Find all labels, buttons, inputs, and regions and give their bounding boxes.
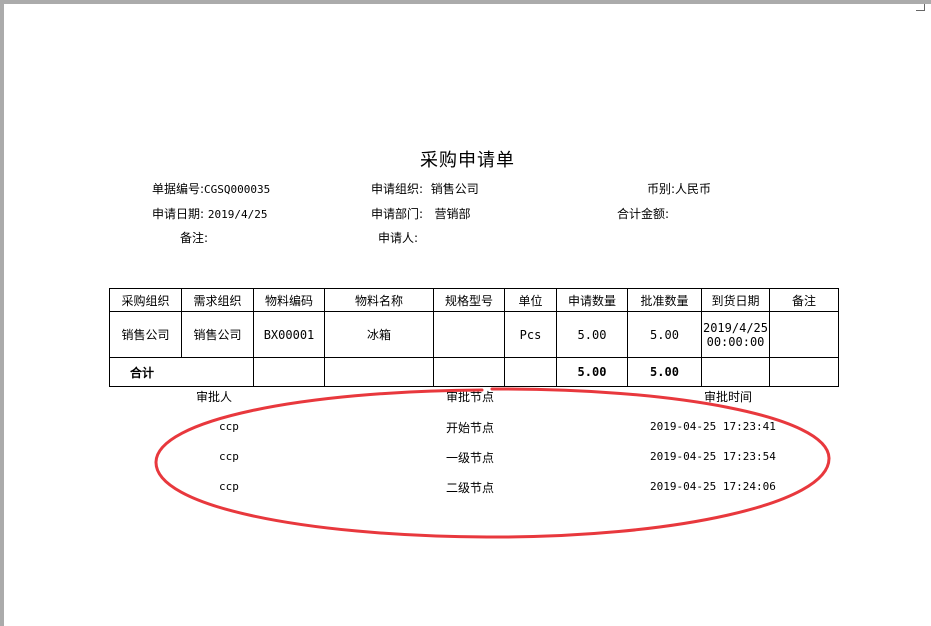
total-amount-field: 合计金额: [617,205,669,222]
cell-demand-org: 销售公司 [181,311,254,358]
total-req-qty: 5.00 [556,357,628,387]
cell-approved-qty: 5.00 [627,311,702,358]
arrival-date-line: 2019/4/25 [702,320,769,335]
col-header: 采购组织 [109,288,182,312]
total-label: 合计 [130,365,155,380]
req-date-field: 申请日期: 2019/4/25 [152,205,267,222]
col-header: 规格型号 [433,288,505,312]
applicant-field: 申请人: [378,229,418,246]
table-total-row: 合计 5.00 5.00 [109,357,839,387]
total-amount-label: 合计金额: [617,207,670,221]
req-org-label: 申请组织: [371,182,424,196]
currency-field: 币别:人民币 [647,180,711,197]
total-empty-cell [433,357,505,387]
cell-material-name: 冰箱 [324,311,434,358]
col-header: 物料编码 [253,288,325,312]
req-dept-value: 营销部 [434,207,471,221]
table-row: 销售公司 销售公司 BX00001 冰箱 Pcs 5.00 5.00 2019/… [109,311,839,358]
total-empty-cell [253,357,325,387]
req-org-value: 销售公司 [430,182,479,196]
total-empty-cell [701,357,770,387]
col-header: 申请数量 [556,288,628,312]
total-empty-cell [769,357,839,387]
col-header: 需求组织 [181,288,254,312]
cell-unit: Pcs [504,311,557,358]
total-empty-cell [324,357,434,387]
print-preview-page: 采购申请单 单据编号:CGSQ000035 申请组织: 销售公司 币别:人民币 … [4,4,931,626]
applicant-label: 申请人: [378,231,419,245]
currency-value: 人民币 [675,182,712,196]
doc-no-value: CGSQ000035 [204,183,271,196]
req-dept-label: 申请部门: [371,207,424,221]
currency-label: 币别: [647,182,676,196]
total-approved-qty: 5.00 [627,357,702,387]
arrival-time-line: 00:00:00 [706,334,765,349]
total-empty-cell [504,357,557,387]
table-header-row: 采购组织 需求组织 物料编码 物料名称 规格型号 单位 申请数量 批准数量 到货… [109,288,839,312]
col-header: 备注 [769,288,839,312]
total-label-cell: 合计 [109,357,254,387]
cell-material-code: BX00001 [253,311,325,358]
req-dept-field: 申请部门: 营销部 [371,205,471,222]
page-corner-mark [916,4,925,11]
req-date-label: 申请日期: [152,207,205,221]
cell-spec [433,311,505,358]
doc-no-field: 单据编号:CGSQ000035 [152,180,270,197]
cell-purchase-org: 销售公司 [109,311,182,358]
req-org-field: 申请组织: 销售公司 [371,180,479,197]
remark-field: 备注: [180,229,208,246]
cell-req-qty: 5.00 [556,311,628,358]
document-title: 采购申请单 [420,150,515,171]
red-annotation-ellipse [154,387,831,539]
req-date-value: 2019/4/25 [207,208,268,221]
col-header: 到货日期 [701,288,770,312]
cell-remark [769,311,839,358]
doc-no-label: 单据编号: [152,182,205,196]
cell-arrival-date: 2019/4/25 00:00:00 [701,311,770,358]
material-table: 采购组织 需求组织 物料编码 物料名称 规格型号 单位 申请数量 批准数量 到货… [109,288,839,387]
col-header: 单位 [504,288,557,312]
remark-label: 备注: [180,231,209,245]
col-header: 批准数量 [627,288,702,312]
col-header: 物料名称 [324,288,434,312]
